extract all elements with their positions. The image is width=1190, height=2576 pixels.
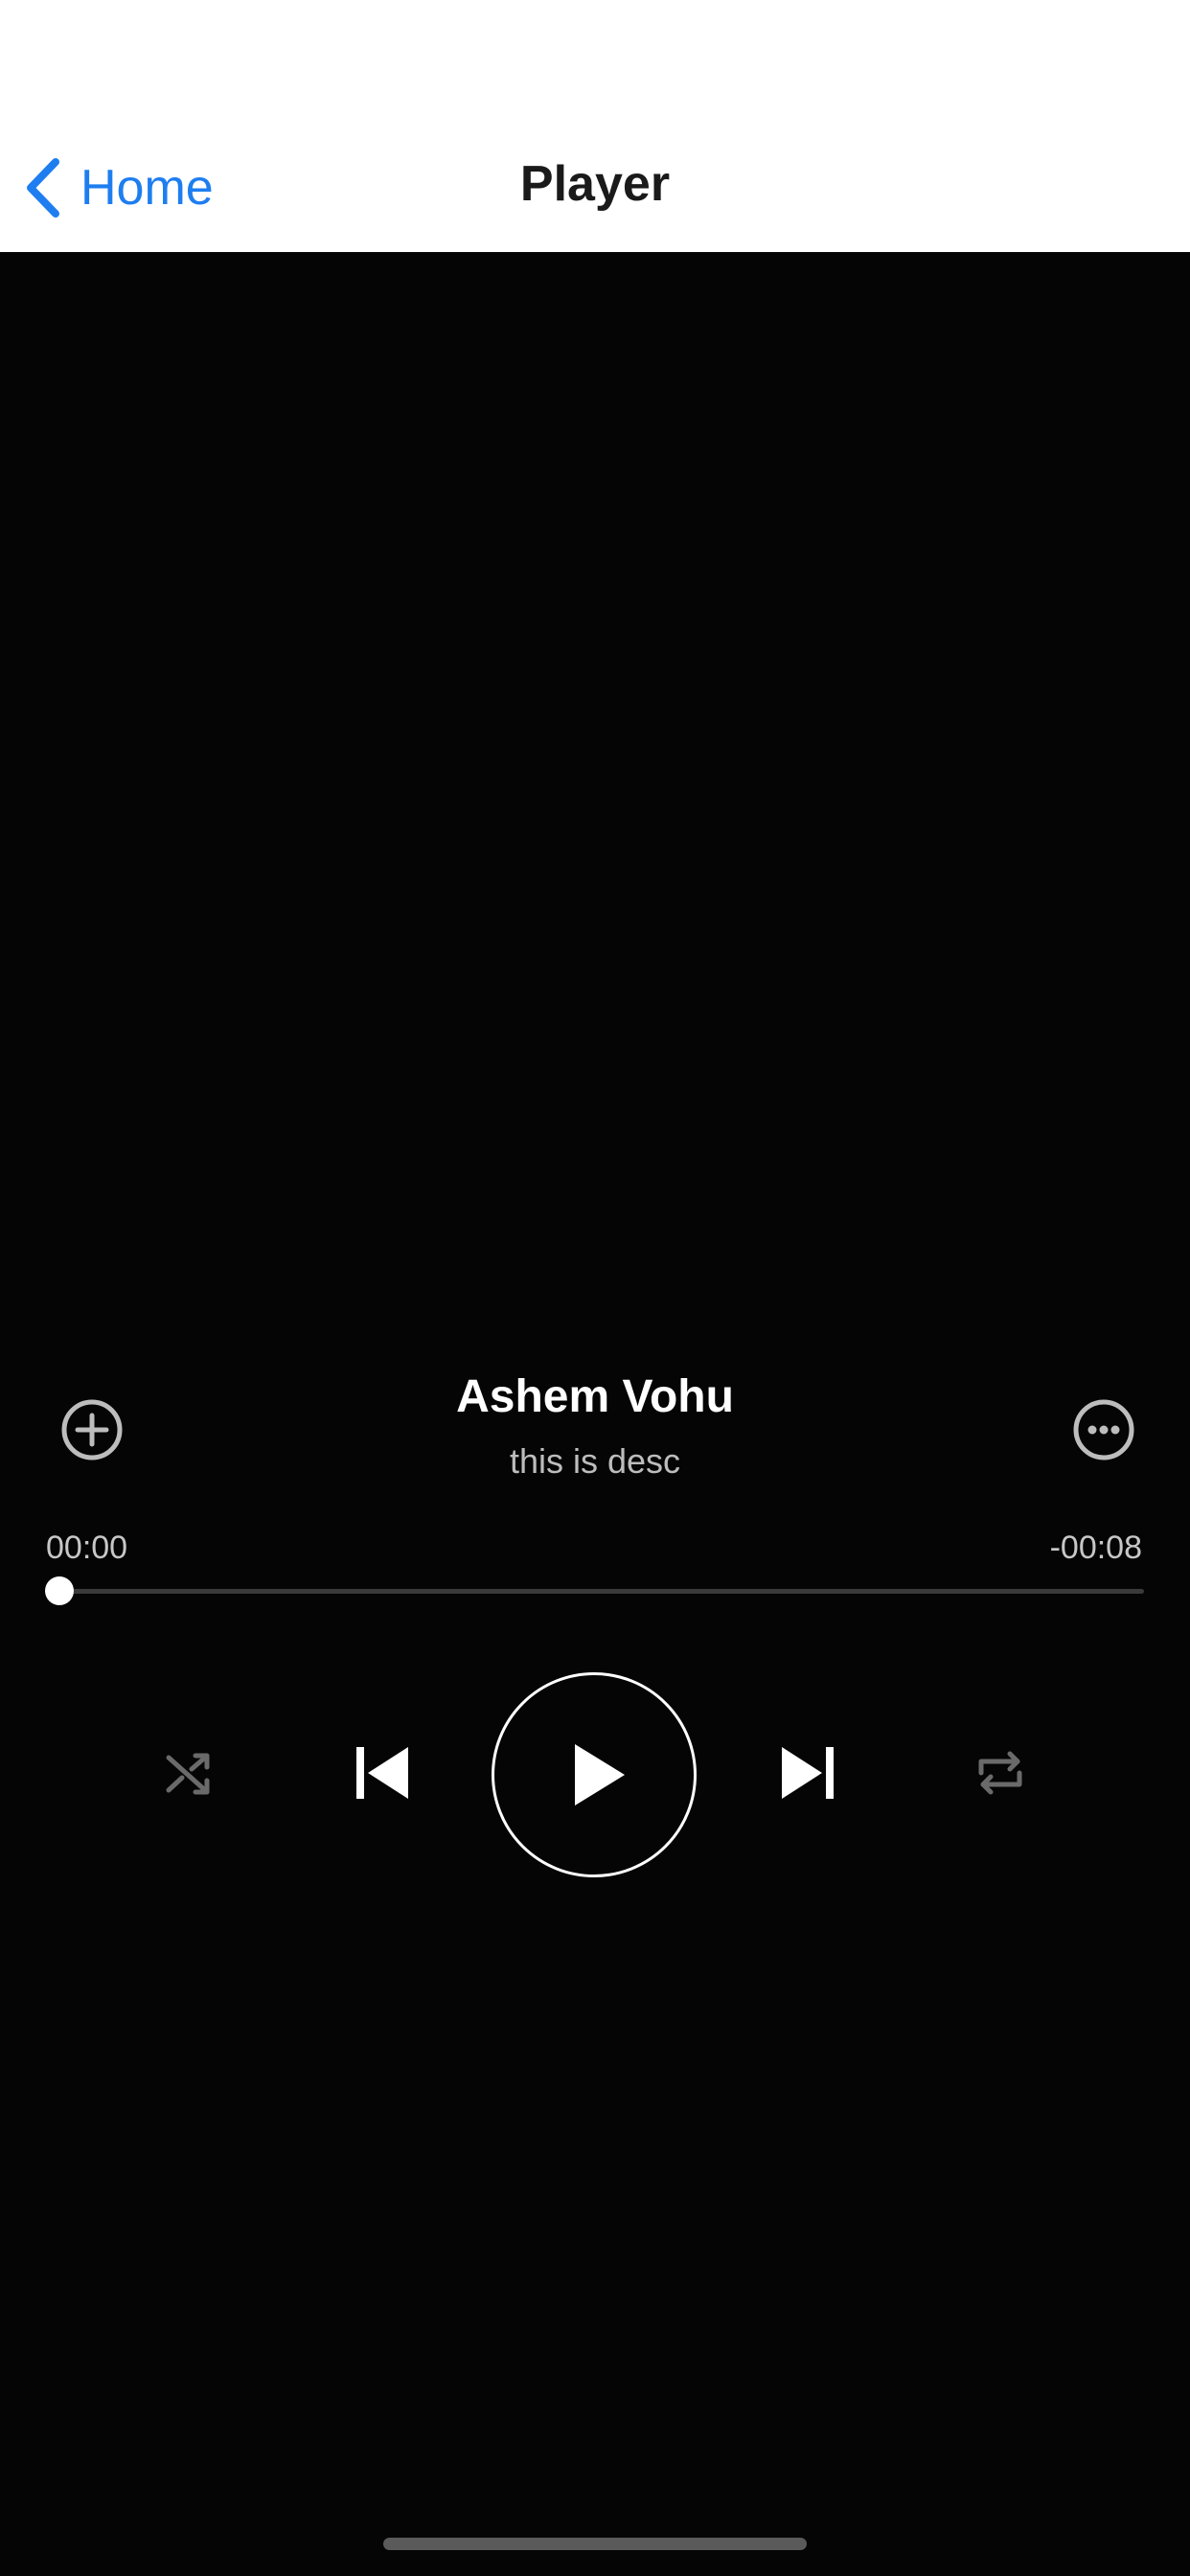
play-button[interactable]	[492, 1672, 697, 1877]
progress-thumb[interactable]	[45, 1576, 74, 1605]
player-screen: Home Player Ashem Vohu this is desc 00:0…	[0, 0, 1190, 2576]
play-icon	[575, 1744, 625, 1806]
skip-previous-icon	[356, 1747, 408, 1799]
shuffle-icon	[166, 1753, 210, 1795]
navigation-bar: Home Player	[0, 0, 1190, 252]
page-title: Player	[519, 156, 671, 212]
playback-controls	[0, 1672, 1190, 1883]
repeat-button[interactable]	[972, 1744, 1029, 1802]
track-info: Ashem Vohu this is desc	[0, 1370, 1190, 1495]
shuffle-button[interactable]	[161, 1744, 218, 1802]
remaining-time: -00:08	[1049, 1530, 1142, 1566]
elapsed-time: 00:00	[46, 1530, 128, 1566]
skip-next-icon	[782, 1747, 834, 1799]
more-options-button[interactable]	[1071, 1397, 1136, 1462]
previous-track-button[interactable]	[349, 1739, 416, 1806]
next-track-button[interactable]	[774, 1739, 841, 1806]
track-description: this is desc	[509, 1441, 681, 1481]
ellipsis-circle-icon	[1073, 1399, 1134, 1460]
home-indicator[interactable]	[383, 2538, 807, 2550]
track-title: Ashem Vohu	[456, 1371, 734, 1422]
progress-slider[interactable]	[45, 1576, 1144, 1605]
repeat-icon	[978, 1751, 1022, 1795]
